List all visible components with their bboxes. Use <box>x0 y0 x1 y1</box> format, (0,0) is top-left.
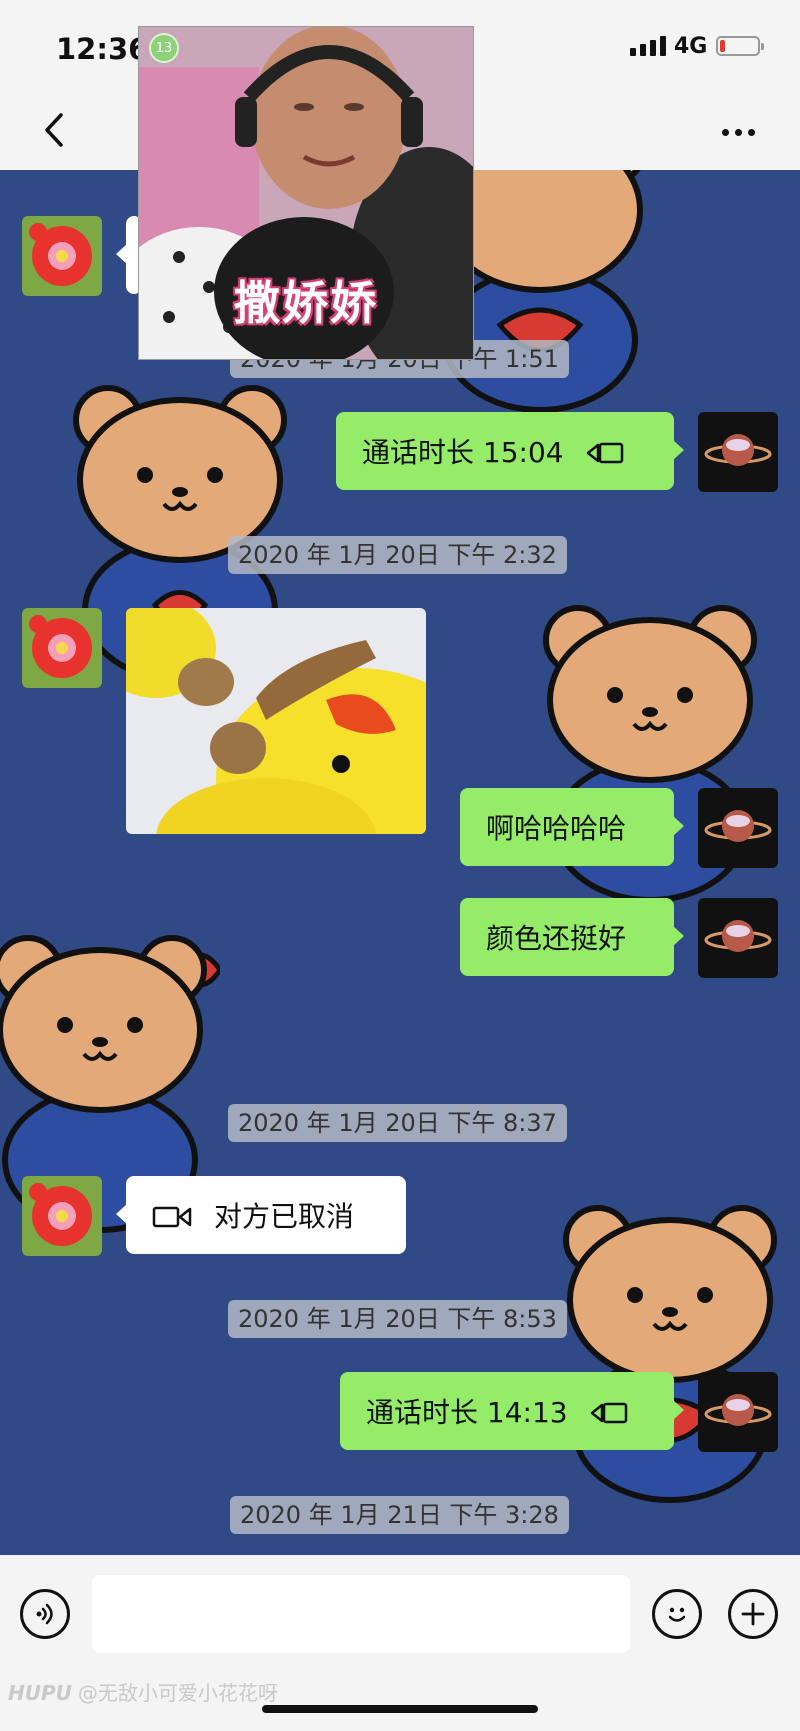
more-button[interactable] <box>716 114 760 150</box>
smiley-icon <box>668 1607 686 1622</box>
input-bar <box>0 1555 800 1675</box>
message-text: 啊哈哈哈哈 <box>486 812 627 845</box>
network-type: 4G <box>674 34 708 59</box>
call-duration-bubble[interactable]: 通话时长 15:04 <box>336 412 684 490</box>
plus-icon <box>741 1602 765 1626</box>
dot-icon <box>747 128 755 136</box>
wechat-chat-screen: 12:36 4G 13 撒娇娇 2020 年 1月 20日 下午 1:51 通话… <box>0 0 800 1731</box>
message-bubble-outgoing[interactable]: 啊哈哈哈哈 <box>460 788 684 866</box>
video-caption: 撒娇娇 <box>234 276 378 330</box>
message-input[interactable] <box>92 1575 630 1653</box>
message-bubble-outgoing[interactable]: 颜色还挺好 <box>460 898 684 976</box>
call-duration-text: 通话时长 14:13 <box>366 1396 568 1429</box>
plus-button[interactable] <box>728 1589 778 1639</box>
video-call-icon <box>586 439 626 464</box>
voice-button[interactable] <box>20 1589 70 1639</box>
contact-avatar[interactable] <box>22 608 102 688</box>
video-call-icon <box>590 1399 630 1424</box>
dot-icon <box>734 128 742 136</box>
cancelled-call-text: 对方已取消 <box>214 1200 355 1233</box>
floating-video-window[interactable]: 13 撒娇娇 <box>138 26 474 360</box>
emoji-button[interactable] <box>652 1589 702 1639</box>
signal-icon <box>630 36 666 56</box>
timestamp: 2020 年 1月 20日 下午 2:32 <box>228 536 567 574</box>
contact-avatar[interactable] <box>22 1176 102 1256</box>
message-text: 颜色还挺好 <box>486 922 627 955</box>
footer: HUPU @无敌小可爱小花花呀 <box>0 1675 800 1731</box>
timestamp: 2020 年 1月 21日 下午 3:28 <box>230 1496 569 1534</box>
watermark: HUPU @无敌小可爱小花花呀 <box>8 1677 278 1706</box>
video-call-icon <box>152 1203 192 1228</box>
my-avatar[interactable] <box>698 412 778 492</box>
cancelled-call-bubble[interactable]: 对方已取消 <box>116 1176 406 1254</box>
timestamp: 2020 年 1月 20日 下午 8:53 <box>228 1300 567 1338</box>
back-button[interactable] <box>34 110 74 150</box>
my-avatar[interactable] <box>698 1372 778 1452</box>
call-duration-text: 通话时长 15:04 <box>362 436 564 469</box>
contact-avatar[interactable] <box>22 216 102 296</box>
chat-area[interactable]: 2020 年 1月 20日 下午 1:51 通话时长 15:04 2020 年 … <box>0 170 800 1555</box>
pip-badge: 13 <box>149 33 179 63</box>
dot-icon <box>721 128 729 136</box>
timestamp: 2020 年 1月 20日 下午 8:37 <box>228 1104 567 1142</box>
battery-icon <box>716 36 764 56</box>
photo-duck <box>126 608 426 834</box>
my-avatar[interactable] <box>698 788 778 868</box>
watermark-user: @无敌小可爱小花花呀 <box>77 1681 278 1705</box>
watermark-brand: HUPU <box>8 1681 72 1705</box>
my-avatar[interactable] <box>698 898 778 978</box>
image-message[interactable] <box>126 608 426 834</box>
home-indicator[interactable] <box>262 1705 538 1713</box>
voice-icon <box>36 1603 53 1625</box>
status-time: 12:36 <box>56 32 149 66</box>
call-duration-bubble[interactable]: 通话时长 14:13 <box>340 1372 684 1450</box>
chevron-left-icon <box>45 113 63 147</box>
